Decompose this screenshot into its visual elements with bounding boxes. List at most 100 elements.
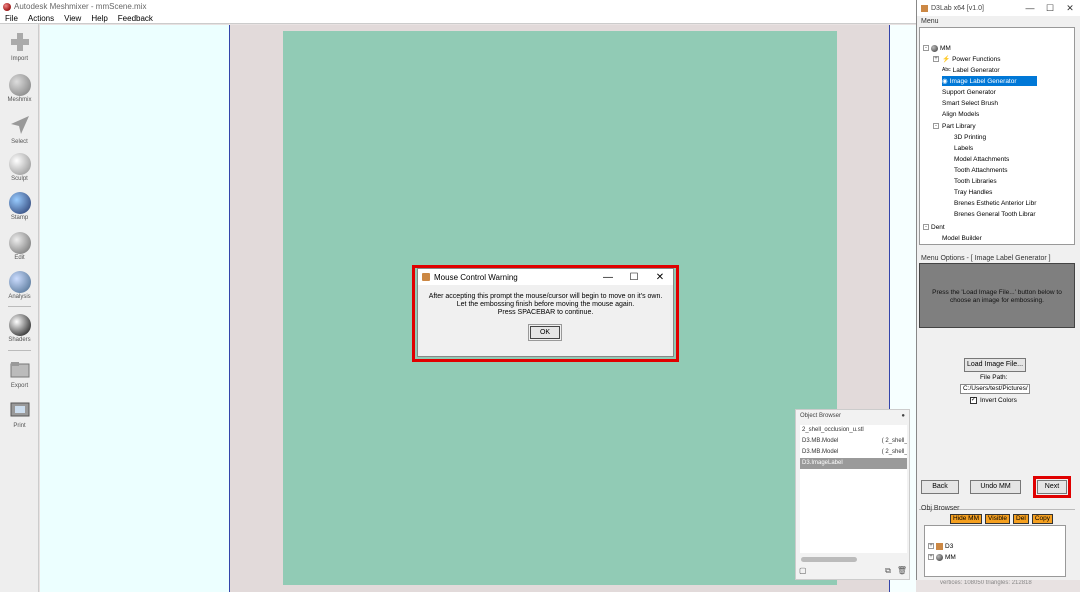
tool-select[interactable]: Select xyxy=(0,114,39,145)
tree-node-align-models[interactable]: Align Models xyxy=(942,109,979,119)
panel-close-icon[interactable]: ● xyxy=(901,413,905,419)
tree-node-labels[interactable]: Labels xyxy=(954,143,973,153)
collapse-icon[interactable]: - xyxy=(933,123,939,129)
tool-label: Stamp xyxy=(10,215,29,221)
object-name: 2_shell_occlusion_u.stl xyxy=(802,427,864,433)
list-item[interactable]: D3.MB.Model ( 2_shell_ xyxy=(800,447,907,458)
list-item-selected[interactable]: D3.ImageLabel xyxy=(800,458,907,469)
tool-stamp[interactable]: Stamp xyxy=(0,192,39,221)
minimize-icon[interactable]: — xyxy=(1020,3,1040,13)
tree-node-tooth-libraries[interactable]: Tooth Libraries xyxy=(954,176,997,186)
menu-actions[interactable]: Actions xyxy=(23,14,59,23)
obj-browser-label: Obj Browser xyxy=(921,505,960,512)
tree-node-3d-printing[interactable]: 3D Printing xyxy=(954,132,986,142)
tree-label: Smart Select Brush xyxy=(942,99,998,107)
obj-tree-node-mm[interactable]: MM xyxy=(936,552,956,562)
obj-tree: + D3 + MM xyxy=(924,525,1066,577)
tool-label: Import xyxy=(10,56,28,62)
tree-node-brenes-esthetic[interactable]: Brenes Esthetic Anterior Libr xyxy=(954,198,1036,208)
menu-section-label: Menu xyxy=(921,18,939,25)
ok-button[interactable]: OK xyxy=(528,324,562,341)
undo-mm-button[interactable]: Undo MM xyxy=(970,480,1021,494)
load-image-file-button[interactable]: Load Image File... xyxy=(964,358,1026,372)
tool-shaders[interactable]: Shaders xyxy=(0,314,39,343)
tool-label: Print xyxy=(13,423,26,429)
tree-node-image-label-generator[interactable]: ◉ Image Label Generator xyxy=(942,76,1037,86)
tool-export[interactable]: Export xyxy=(0,358,39,389)
select-arrow-icon xyxy=(10,116,29,134)
tool-label: Sculpt xyxy=(11,176,28,182)
object-browser-title: Object Browser xyxy=(800,413,842,419)
minimize-icon[interactable]: — xyxy=(595,272,621,283)
menu-tree: - MM + ⚡ Power Functions Abc Label Generat… xyxy=(919,27,1075,245)
menu-file[interactable]: File xyxy=(0,14,23,23)
file-path-field[interactable]: C:/Users/test/Pictures/ xyxy=(960,384,1030,394)
collapse-icon[interactable]: - xyxy=(923,224,929,230)
tool-meshmix[interactable]: Meshmix xyxy=(0,74,39,103)
d3lab-title-bar: D3Lab x64 [v1.0] — ☐ ✕ xyxy=(917,0,1080,16)
object-name: D3.MB.Model xyxy=(802,449,839,455)
maximize-icon[interactable]: ☐ xyxy=(1040,3,1060,14)
tree-node-brenes-general[interactable]: Brenes General Tooth Librar xyxy=(954,209,1036,219)
tool-label: Meshmix xyxy=(7,97,32,103)
menu-help[interactable]: Help xyxy=(86,14,112,23)
expand-icon[interactable]: + xyxy=(928,554,934,560)
expand-icon[interactable]: + xyxy=(928,543,934,549)
dialog-title-bar: Mouse Control Warning — ☐ ✕ xyxy=(418,269,673,285)
invert-colors-checkbox[interactable]: ✓ Invert Colors xyxy=(970,397,1017,404)
trash-icon[interactable]: 🗑 xyxy=(897,566,907,576)
copy-icon[interactable]: ⧉ xyxy=(885,566,891,576)
printer-icon xyxy=(10,402,29,417)
tree-node-part-library[interactable]: Part Library xyxy=(942,121,976,131)
tree-label: Model Attachments xyxy=(954,155,1010,163)
copy-button[interactable]: Copy xyxy=(1031,514,1053,524)
delete-button[interactable]: Del xyxy=(1013,514,1029,524)
maximize-icon[interactable]: ☐ xyxy=(621,272,647,283)
hide-mm-button[interactable]: Hide MM xyxy=(950,514,983,524)
tool-sculpt[interactable]: Sculpt xyxy=(0,153,39,182)
back-button[interactable]: Back xyxy=(921,480,959,494)
horizontal-scrollbar[interactable] xyxy=(801,557,857,562)
list-item[interactable]: D3.MB.Model ( 2_shell_ xyxy=(800,436,907,447)
app-icon xyxy=(921,4,928,12)
tree-node-model-builder[interactable]: Model Builder xyxy=(942,233,982,243)
tree-node-mm[interactable]: MM xyxy=(931,43,951,53)
tool-import[interactable]: Import xyxy=(0,31,39,62)
close-icon[interactable]: ✕ xyxy=(647,272,673,283)
tree-node-model-attachments[interactable]: Model Attachments xyxy=(954,154,1009,164)
cube-icon[interactable]: ▢ xyxy=(799,566,807,576)
tree-node-power-functions[interactable]: ⚡ Power Functions xyxy=(942,54,1001,64)
tree-node-support-generator[interactable]: Support Generator xyxy=(942,87,996,97)
visible-button[interactable]: Visible xyxy=(985,514,1011,524)
menu-feedback[interactable]: Feedback xyxy=(113,14,158,23)
object-extra: ( 2_shell_ xyxy=(881,449,907,455)
tree-label: Labels xyxy=(954,144,974,152)
close-icon[interactable]: ✕ xyxy=(1060,3,1080,14)
tree-label: Image Label Generator xyxy=(949,77,1017,85)
toolbar-divider xyxy=(8,350,31,351)
object-name: D3.ImageLabel xyxy=(802,460,843,466)
mouse-control-warning-dialog: Mouse Control Warning — ☐ ✕ After accept… xyxy=(417,268,674,357)
tool-print[interactable]: Print xyxy=(0,398,39,429)
edit-icon xyxy=(8,232,31,254)
message-line-3: Press SPACEBAR to continue. xyxy=(497,309,594,316)
tree-node-tray-handles[interactable]: Tray Handles xyxy=(954,187,992,197)
tree-node-label-generator[interactable]: Abc Label Generator xyxy=(942,65,1000,75)
tool-label: Shaders xyxy=(8,337,31,343)
tree-node-tooth-attachments[interactable]: Tooth Attachments xyxy=(954,165,1007,175)
target-icon: ◉ xyxy=(942,78,948,85)
menu-view[interactable]: View xyxy=(59,14,86,23)
tool-analysis[interactable]: Analysis xyxy=(0,271,39,300)
tree-label: Align Models xyxy=(942,110,980,118)
expand-icon[interactable]: + xyxy=(933,56,939,62)
tree-label: MM xyxy=(945,553,956,561)
collapse-icon[interactable]: - xyxy=(923,45,929,51)
tree-node-smart-select-brush[interactable]: Smart Select Brush xyxy=(942,98,998,108)
list-item[interactable]: 2_shell_occlusion_u.stl xyxy=(800,425,907,436)
obj-tree-node-d3[interactable]: D3 xyxy=(936,541,953,551)
plus-icon xyxy=(10,33,29,51)
object-extra: ( 2_shell_ xyxy=(881,438,907,444)
tool-label: Select xyxy=(11,139,28,145)
tool-edit[interactable]: Edit xyxy=(0,232,39,261)
tree-node-dent[interactable]: Dent xyxy=(931,222,945,232)
